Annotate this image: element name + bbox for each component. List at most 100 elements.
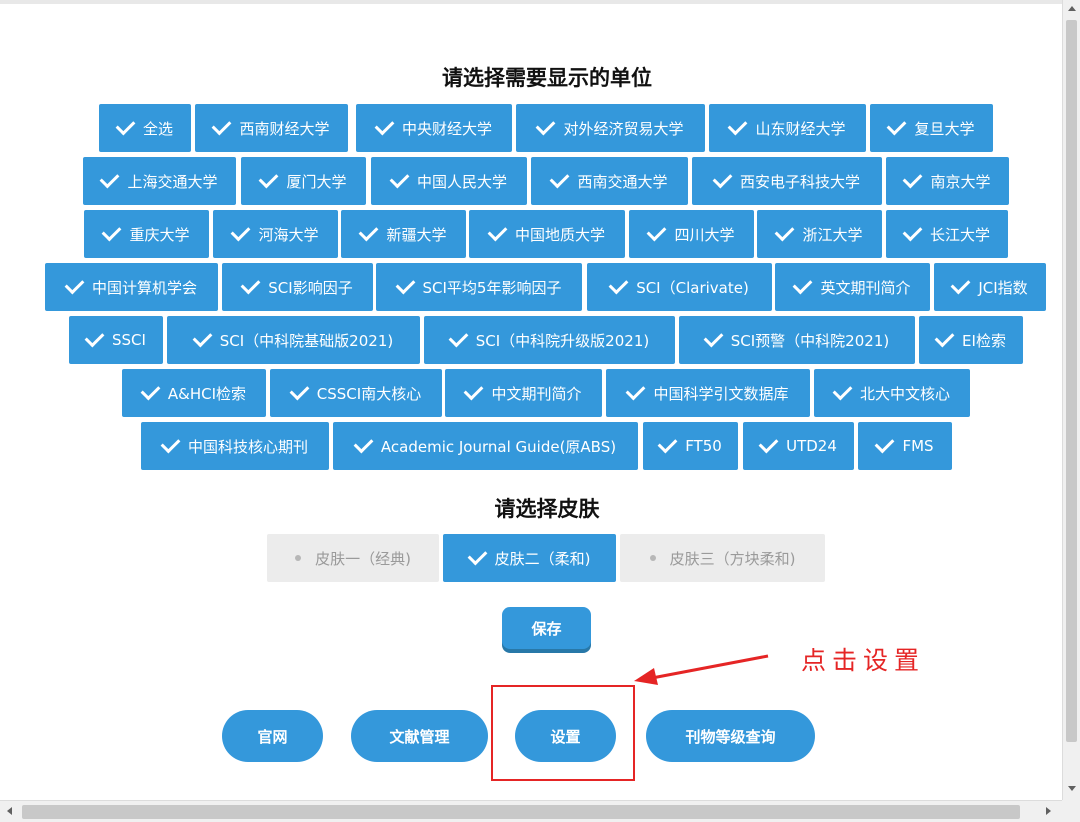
- unit-option[interactable]: A&HCI检索: [122, 369, 266, 417]
- checkmark-icon: [608, 274, 629, 295]
- unit-option[interactable]: Academic Journal Guide(原ABS): [333, 422, 638, 470]
- unit-option[interactable]: FT50: [643, 422, 738, 470]
- skin-option[interactable]: 皮肤三（方块柔和): [620, 534, 825, 582]
- checkmark-icon: [115, 115, 136, 136]
- checkmark-icon: [903, 168, 923, 189]
- checkmark-icon: [289, 380, 310, 401]
- annotation-text: 点击设置: [801, 646, 926, 675]
- unit-option[interactable]: 厦门大学: [241, 157, 366, 205]
- unit-option[interactable]: SCI（Clarivate): [587, 263, 772, 311]
- unit-option-label: A&HCI检索: [167, 384, 247, 403]
- skin-option[interactable]: 皮肤二（柔和): [443, 534, 616, 582]
- checkmark-icon: [353, 433, 374, 454]
- horizontal-scrollbar[interactable]: [0, 800, 1062, 822]
- unit-option[interactable]: 浙江大学: [757, 210, 882, 258]
- vertical-scrollbar[interactable]: [1062, 0, 1080, 800]
- vertical-scroll-thumb[interactable]: [1066, 20, 1077, 742]
- unit-option-label: 厦门大学: [286, 172, 347, 191]
- unit-option[interactable]: 中国科学引文数据库: [606, 369, 810, 417]
- checkmark-icon: [793, 274, 813, 295]
- unit-option-label: 四川大学: [674, 225, 735, 244]
- unit-option[interactable]: 复旦大学: [870, 104, 993, 152]
- checkmark-icon: [647, 221, 667, 242]
- unit-option[interactable]: UTD24: [743, 422, 854, 470]
- unit-option[interactable]: 中国人民大学: [371, 157, 527, 205]
- unit-option-label: Academic Journal Guide(原ABS): [380, 437, 617, 456]
- checkmark-icon: [536, 115, 556, 136]
- unit-option[interactable]: SCI（中科院基础版2021): [167, 316, 420, 364]
- unit-option[interactable]: 中国计算机学会: [45, 263, 218, 311]
- checkmark-icon: [231, 221, 251, 242]
- save-button[interactable]: 保存: [502, 607, 591, 649]
- unit-option[interactable]: EI检索: [919, 316, 1023, 364]
- unit-option-label: 对外经济贸易大学: [563, 119, 684, 138]
- unit-option-label: CSSCI南大核心: [316, 384, 422, 403]
- unit-option-label: 中国计算机学会: [91, 278, 197, 297]
- unit-option[interactable]: 中央财经大学: [356, 104, 512, 152]
- journal-rank-query-button[interactable]: 刊物等级查询: [646, 710, 815, 762]
- unit-option[interactable]: 四川大学: [629, 210, 754, 258]
- checkmark-icon: [875, 433, 895, 454]
- checkmark-icon: [448, 327, 469, 348]
- scroll-down-icon[interactable]: [1068, 786, 1076, 791]
- unit-option-label: SCI（中科院升级版2021): [475, 331, 650, 350]
- unit-option-label: 新疆大学: [386, 225, 447, 244]
- unit-option[interactable]: 南京大学: [886, 157, 1009, 205]
- unit-option-label: 西安电子科技大学: [739, 172, 860, 191]
- unit-option-label: 英文期刊简介: [820, 278, 911, 297]
- unit-option[interactable]: 中文期刊简介: [445, 369, 602, 417]
- unit-option-label: 西南交通大学: [577, 172, 668, 191]
- unit-option[interactable]: JCI指数: [934, 263, 1046, 311]
- unit-option[interactable]: 中国地质大学: [469, 210, 625, 258]
- unit-option[interactable]: 西南交通大学: [531, 157, 688, 205]
- unit-option[interactable]: 山东财经大学: [709, 104, 866, 152]
- unit-option-label: EI检索: [962, 331, 1006, 350]
- checkmark-icon: [64, 274, 85, 295]
- unit-option[interactable]: SCI（中科院升级版2021): [424, 316, 675, 364]
- unit-option[interactable]: 重庆大学: [84, 210, 209, 258]
- unit-option[interactable]: 上海交通大学: [83, 157, 236, 205]
- radio-dot-icon: [295, 555, 302, 561]
- unit-option-label: 南京大学: [930, 172, 991, 191]
- horizontal-scroll-thumb[interactable]: [22, 805, 1020, 819]
- checkmark-icon: [240, 274, 261, 295]
- document-management-button[interactable]: 文献管理: [351, 710, 488, 762]
- unit-option[interactable]: 中国科技核心期刊: [141, 422, 329, 470]
- unit-option[interactable]: SCI影响因子: [222, 263, 373, 311]
- skin-option[interactable]: 皮肤一（经典): [267, 534, 439, 582]
- unit-option[interactable]: 河海大学: [213, 210, 338, 258]
- unit-option-label: 中国科学引文数据库: [653, 384, 789, 403]
- checkmark-icon: [758, 433, 779, 454]
- official-site-button[interactable]: 官网: [222, 710, 323, 762]
- unit-option[interactable]: 北大中文核心: [814, 369, 970, 417]
- unit-option[interactable]: FMS: [858, 422, 952, 470]
- unit-option[interactable]: SSCI: [69, 316, 163, 364]
- unit-option-label: 长江大学: [929, 225, 990, 244]
- unit-option-label: UTD24: [786, 437, 837, 455]
- unit-option-label: FMS: [902, 437, 934, 455]
- unit-option-label: 中国地质大学: [514, 225, 605, 244]
- unit-option[interactable]: 西安电子科技大学: [692, 157, 882, 205]
- checkmark-icon: [775, 221, 795, 242]
- radio-dot-icon: [649, 555, 656, 561]
- checkmark-icon: [389, 168, 410, 189]
- unit-option-label: JCI指数: [978, 278, 1028, 297]
- scroll-up-icon[interactable]: [1068, 6, 1076, 11]
- skin-option-label: 皮肤一（经典): [315, 549, 411, 568]
- unit-option[interactable]: 西南财经大学: [195, 104, 348, 152]
- unit-option[interactable]: CSSCI南大核心: [270, 369, 442, 417]
- unit-option[interactable]: 新疆大学: [341, 210, 466, 258]
- unit-option-label: SCI（Clarivate): [636, 278, 749, 297]
- unit-option[interactable]: 英文期刊简介: [775, 263, 930, 311]
- unit-option[interactable]: 对外经济贸易大学: [516, 104, 705, 152]
- scroll-right-icon[interactable]: [1046, 807, 1051, 815]
- unit-option-label: 重庆大学: [129, 225, 190, 244]
- unit-option[interactable]: SCI平均5年影响因子: [376, 263, 582, 311]
- scroll-left-icon[interactable]: [7, 807, 12, 815]
- unit-option-label: SSCI: [112, 331, 146, 349]
- unit-option[interactable]: 全选: [99, 104, 191, 152]
- unit-option[interactable]: SCI预警（中科院2021): [679, 316, 915, 364]
- unit-option-label: 中央财经大学: [401, 119, 492, 138]
- unit-option[interactable]: 长江大学: [886, 210, 1008, 258]
- checkmark-icon: [140, 380, 161, 401]
